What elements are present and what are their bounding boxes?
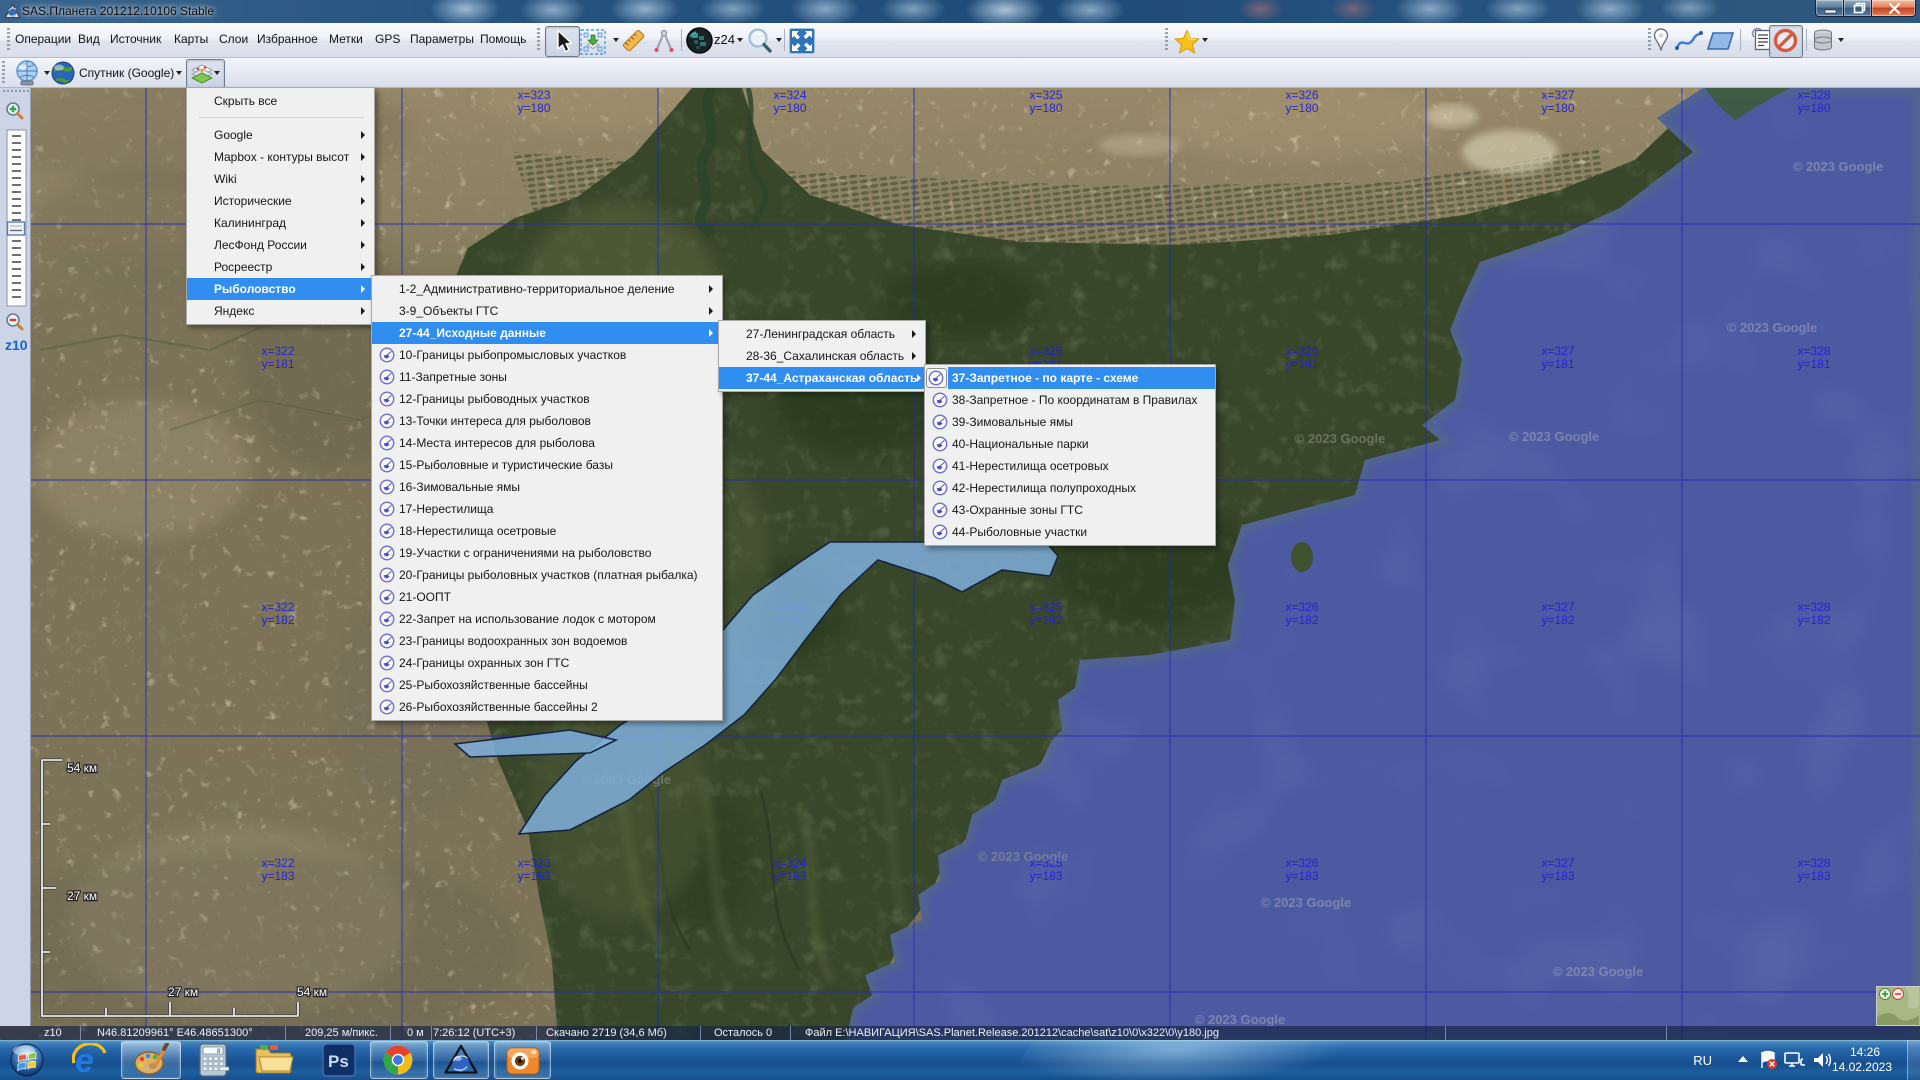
svg-text:x=327: x=327 [1541,344,1574,358]
svg-text:x=328: x=328 [1797,88,1830,102]
svg-text:© 2023 Google: © 2023 Google [1793,159,1884,174]
svg-text:y=181: y=181 [1541,357,1574,371]
svg-text:© 2023 Google: © 2023 Google [978,849,1069,864]
svg-text:y=182: y=182 [1285,613,1318,627]
svg-text:Ps: Ps [328,1052,349,1071]
svg-text:x=323: x=323 [517,88,550,102]
svg-text:y=182: y=182 [261,613,294,627]
svg-text:y=180: y=180 [1541,101,1574,115]
svg-text:x=328: x=328 [1797,344,1830,358]
svg-text:y=181: y=181 [1797,357,1830,371]
svg-text:y=180: y=180 [1029,101,1062,115]
svg-text:y=183: y=183 [1797,869,1830,883]
svg-text:y=180: y=180 [773,101,806,115]
svg-text:y=181: y=181 [261,357,294,371]
svg-text:y=183: y=183 [517,869,550,883]
svg-text:x=324: x=324 [773,88,806,102]
svg-text:54 км: 54 км [297,985,327,999]
svg-text:x=323: x=323 [517,856,550,870]
svg-text:x=328: x=328 [1797,856,1830,870]
svg-text:y=182: y=182 [1797,613,1830,627]
svg-text:© 2023 Google: © 2023 Google [1509,429,1600,444]
svg-text:y=183: y=183 [261,869,294,883]
svg-text:z10: z10 [5,337,28,353]
svg-text:y=183: y=183 [773,869,806,883]
svg-text:y=182: y=182 [1029,613,1062,627]
svg-text:© 2023 Google: © 2023 Google [1553,964,1644,979]
svg-text:x=325: x=325 [1029,600,1062,614]
svg-text:x=326: x=326 [1285,600,1318,614]
svg-text:y=180: y=180 [517,101,550,115]
svg-text:x=324: x=324 [773,856,806,870]
svg-text:© 2023 Google: © 2023 Google [1727,320,1818,335]
svg-text:27 км: 27 км [168,985,198,999]
svg-text:x=322: x=322 [261,856,294,870]
svg-text:x=326: x=326 [1285,344,1318,358]
svg-text:x=325: x=325 [1029,344,1062,358]
svg-text:27 км: 27 км [67,889,97,903]
svg-text:x=326: x=326 [1285,88,1318,102]
svg-text:y=180: y=180 [1797,101,1830,115]
svg-text:54 км: 54 км [67,761,97,775]
svg-text:x=325: x=325 [1029,88,1062,102]
svg-text:y=183: y=183 [1285,869,1318,883]
svg-text:x=322: x=322 [261,344,294,358]
svg-text:x=328: x=328 [1797,600,1830,614]
svg-text:y=183: y=183 [1541,869,1574,883]
svg-text:© 2023 Google: © 2023 Google [1261,895,1352,910]
svg-text:x=326: x=326 [1285,856,1318,870]
svg-text:x=322: x=322 [261,600,294,614]
svg-text:y=181: y=181 [1285,357,1318,371]
svg-text:x=327: x=327 [1541,856,1574,870]
svg-text:x=327: x=327 [1541,88,1574,102]
svg-text:x=327: x=327 [1541,600,1574,614]
svg-text:y=180: y=180 [1285,101,1318,115]
svg-text:© 2023 Google: © 2023 Google [1295,431,1386,446]
svg-text:y=183: y=183 [1029,869,1062,883]
svg-text:© 2023 Google: © 2023 Google [1195,1012,1286,1027]
svg-text:y=182: y=182 [1541,613,1574,627]
